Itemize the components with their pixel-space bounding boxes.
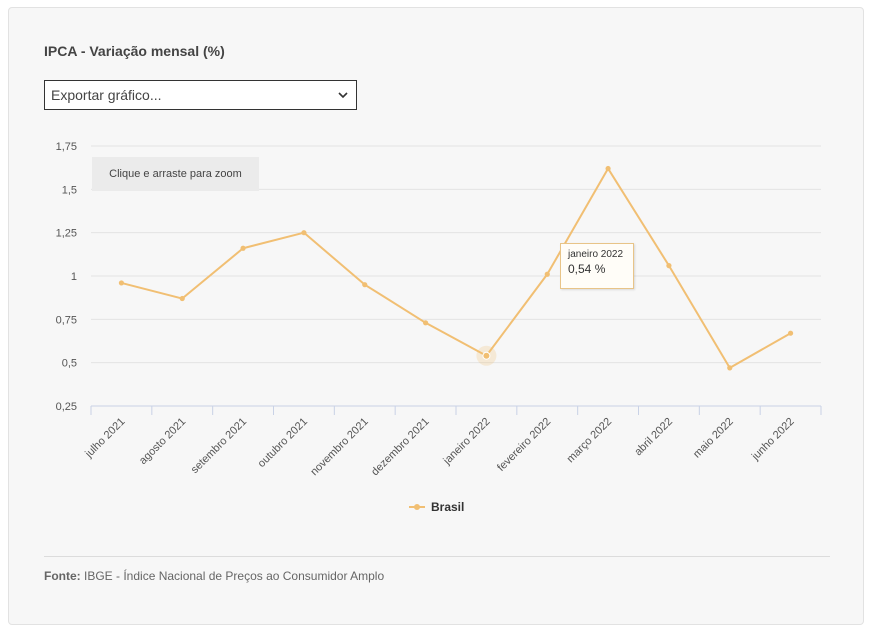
tooltip-category: janeiro 2022 xyxy=(568,249,624,260)
series-line-brasil xyxy=(121,167,792,369)
divider xyxy=(44,556,830,557)
data-point xyxy=(179,295,185,302)
x-tick-label: abril 2022 xyxy=(632,416,675,459)
data-point xyxy=(240,245,246,251)
tooltip-value: 0,54 % xyxy=(568,262,606,276)
data-point xyxy=(301,230,307,236)
data-point xyxy=(544,271,550,277)
data-point xyxy=(422,320,429,326)
data-point xyxy=(118,280,125,286)
legend-marker xyxy=(414,504,420,510)
x-tick-label: março 2022 xyxy=(565,416,615,466)
x-tick-label: agosto 2021 xyxy=(137,416,188,467)
y-tick-label: 0,25 xyxy=(56,401,77,413)
x-tick-label: outubro 2021 xyxy=(256,416,310,470)
x-tick-label: junho 2022 xyxy=(749,416,797,464)
source-note: Fonte: IBGE - Índice Nacional de Preços … xyxy=(44,569,384,583)
data-point xyxy=(787,330,794,336)
x-tick-label: julho 2021 xyxy=(82,416,127,461)
x-tick-label: setembro 2021 xyxy=(189,416,249,476)
y-tick-label: 0,5 xyxy=(62,358,77,370)
data-point xyxy=(362,282,368,288)
source-text: IBGE - Índice Nacional de Preços ao Cons… xyxy=(84,569,385,583)
data-point xyxy=(605,165,611,172)
y-tick-label: 1,5 xyxy=(62,184,77,196)
source-label: Fonte: xyxy=(44,569,81,583)
x-tick-label: dezembro 2021 xyxy=(369,416,432,479)
x-tick-label: fevereiro 2022 xyxy=(495,416,553,474)
x-tick-label: maio 2022 xyxy=(691,416,736,461)
chart-tooltip: janeiro 2022 0,54 % xyxy=(560,243,634,289)
y-tick-label: 1 xyxy=(71,271,77,283)
data-point xyxy=(727,365,733,371)
y-tick-label: 0,75 xyxy=(56,314,77,326)
line-chart[interactable]: 0,25 0,5 0,75 1 1,25 1,5 1,75 julho 2021 agosto … xyxy=(9,8,865,548)
x-tick-label: janeiro 2022 xyxy=(441,416,493,468)
legend-label: Brasil xyxy=(431,500,464,514)
y-tick-label: 1,25 xyxy=(56,228,77,240)
chart-card: IPCA - Variação mensal (%) Exportar gráf… xyxy=(8,7,864,625)
zoom-hint: Clique e arraste para zoom xyxy=(92,157,259,191)
data-point xyxy=(482,351,491,360)
y-tick-label: 1,75 xyxy=(56,141,77,153)
data-point xyxy=(666,263,672,269)
x-tick-label: novembro 2021 xyxy=(308,416,371,479)
